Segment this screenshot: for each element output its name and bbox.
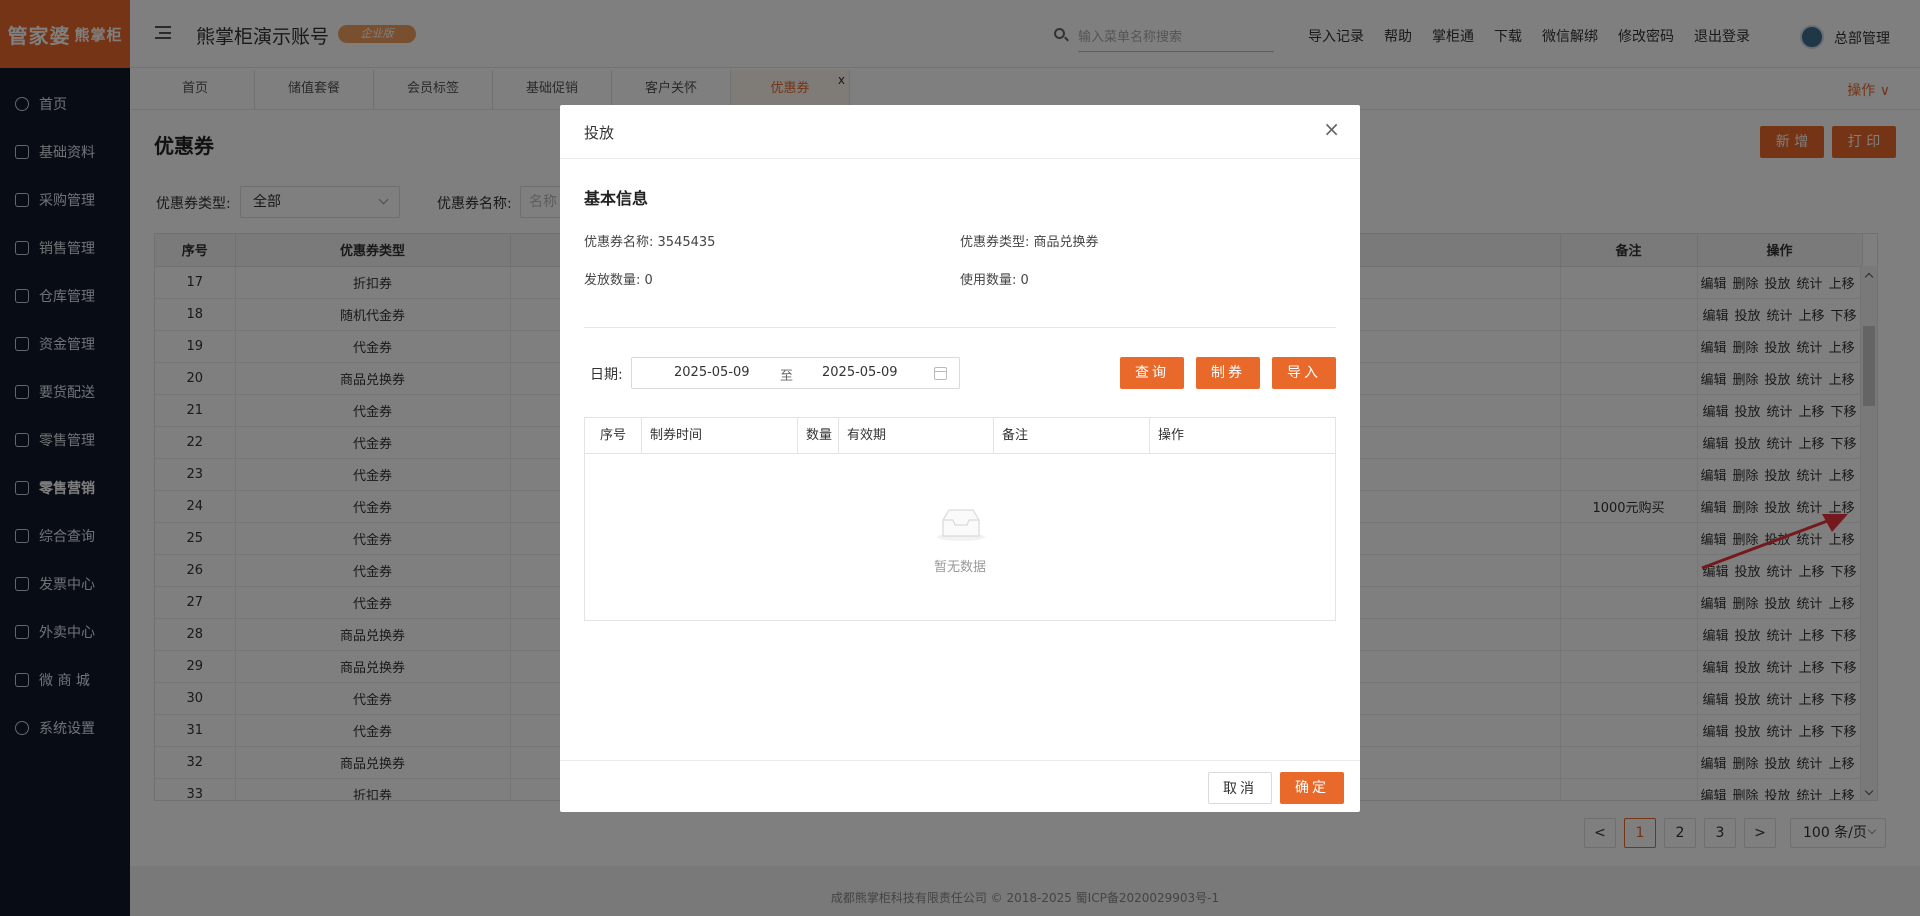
empty-box-icon: [937, 509, 985, 541]
basic-info-heading: 基本信息: [584, 189, 649, 208]
coupon-type-key: 优惠券类型:: [960, 235, 1030, 250]
confirm-button[interactable]: 确定: [1280, 772, 1344, 804]
distribution-column-header: 操作: [1158, 428, 1185, 443]
cancel-button[interactable]: 取消: [1208, 772, 1272, 804]
coupon-name-val: 3545435: [657, 235, 716, 250]
calendar-icon: [934, 367, 947, 380]
empty-text: 暂无数据: [933, 560, 986, 575]
close-icon[interactable]: ×: [1323, 119, 1340, 139]
coupon-name-key: 优惠券名称:: [584, 235, 654, 250]
used-count-info: 使用数量: 0: [960, 269, 1029, 288]
distribution-column-header: 制券时间: [642, 418, 798, 454]
used-count-key: 使用数量:: [960, 273, 1017, 288]
distribution-table-header: 序号 制券时间 数量 有效期 备注 操作: [585, 418, 1335, 454]
divider: [584, 327, 1336, 328]
distribution-column-header: 序号: [585, 418, 642, 454]
distribution-table: 序号 制券时间 数量 有效期 备注 操作 暂无数据: [584, 417, 1336, 621]
dialog-title: 投放: [584, 124, 615, 142]
dialog-header: 投放 ×: [560, 105, 1360, 159]
distribution-column-header: 数量: [798, 418, 839, 454]
coupon-name-info: 优惠券名称: 3545435: [584, 231, 715, 250]
issued-count-val: 0: [644, 273, 653, 288]
date-end[interactable]: 2025-05-09: [822, 365, 898, 380]
issued-count-info: 发放数量: 0: [584, 269, 653, 288]
distribution-column-header: 有效期: [839, 418, 994, 454]
distribute-dialog: 投放 × 基本信息 优惠券名称: 3545435 优惠券类型: 商品兑换券 发放…: [560, 105, 1360, 812]
date-separator: 至: [780, 369, 794, 384]
coupon-type-val: 商品兑换券: [1033, 235, 1099, 250]
used-count-val: 0: [1020, 273, 1029, 288]
coupon-type-info: 优惠券类型: 商品兑换券: [960, 231, 1099, 250]
query-button[interactable]: 查询: [1120, 357, 1184, 389]
date-start[interactable]: 2025-05-09: [674, 365, 750, 380]
make-coupon-button[interactable]: 制券: [1196, 357, 1260, 389]
distribution-column-header: 备注: [994, 418, 1150, 454]
import-button[interactable]: 导入: [1272, 357, 1336, 389]
issued-count-key: 发放数量:: [584, 273, 641, 288]
date-label: 日期:: [590, 367, 623, 383]
date-range-picker[interactable]: 2025-05-09 至 2025-05-09: [631, 357, 960, 389]
